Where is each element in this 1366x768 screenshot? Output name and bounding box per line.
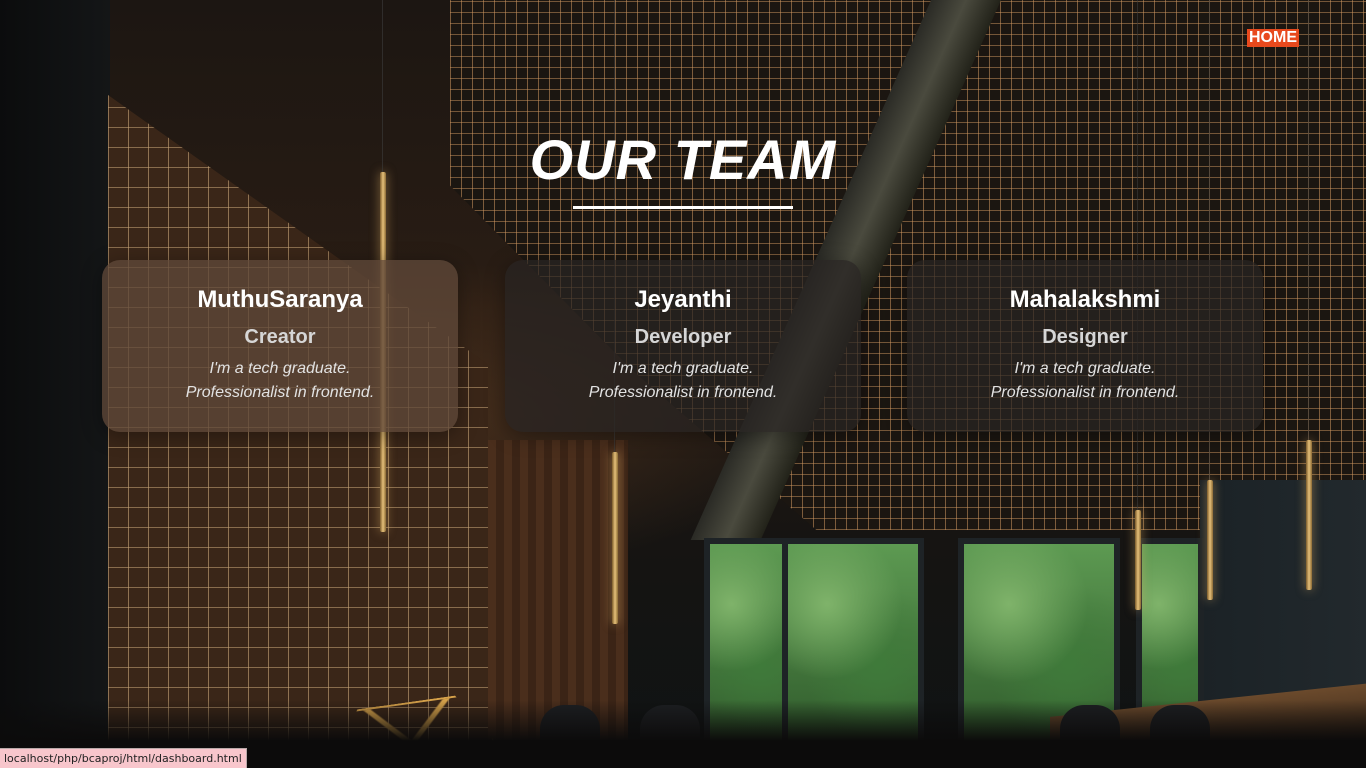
member-name: MuthuSaranya: [197, 286, 363, 313]
description-line: I'm a tech graduate.: [1014, 360, 1156, 377]
description-line: I'm a tech graduate.: [209, 360, 351, 377]
member-description: I'm a tech graduate. Professionalist in …: [505, 357, 861, 405]
team-card: MuthuSaranya Creator I'm a tech graduate…: [102, 260, 458, 432]
team-card: Mahalakshmi Designer I'm a tech graduate…: [907, 260, 1263, 432]
member-name: Jeyanthi: [634, 286, 732, 313]
description-line: I'm a tech graduate.: [612, 360, 754, 377]
team-card: Jeyanthi Developer I'm a tech graduate. …: [505, 260, 861, 432]
description-line: Professionalist in frontend.: [588, 384, 778, 401]
team-cards: MuthuSaranya Creator I'm a tech graduate…: [0, 0, 1366, 768]
status-url: localhost/php/bcaproj/html/dashboard.htm…: [0, 748, 247, 768]
member-description: I'm a tech graduate. Professionalist in …: [102, 357, 458, 405]
description-line: Professionalist in frontend.: [990, 384, 1180, 401]
member-role: Developer: [634, 326, 732, 348]
description-line: Professionalist in frontend.: [185, 384, 375, 401]
member-role: Creator: [244, 326, 316, 348]
member-role: Designer: [1042, 326, 1128, 348]
member-description: I'm a tech graduate. Professionalist in …: [907, 357, 1263, 405]
member-name: Mahalakshmi: [1009, 286, 1161, 313]
